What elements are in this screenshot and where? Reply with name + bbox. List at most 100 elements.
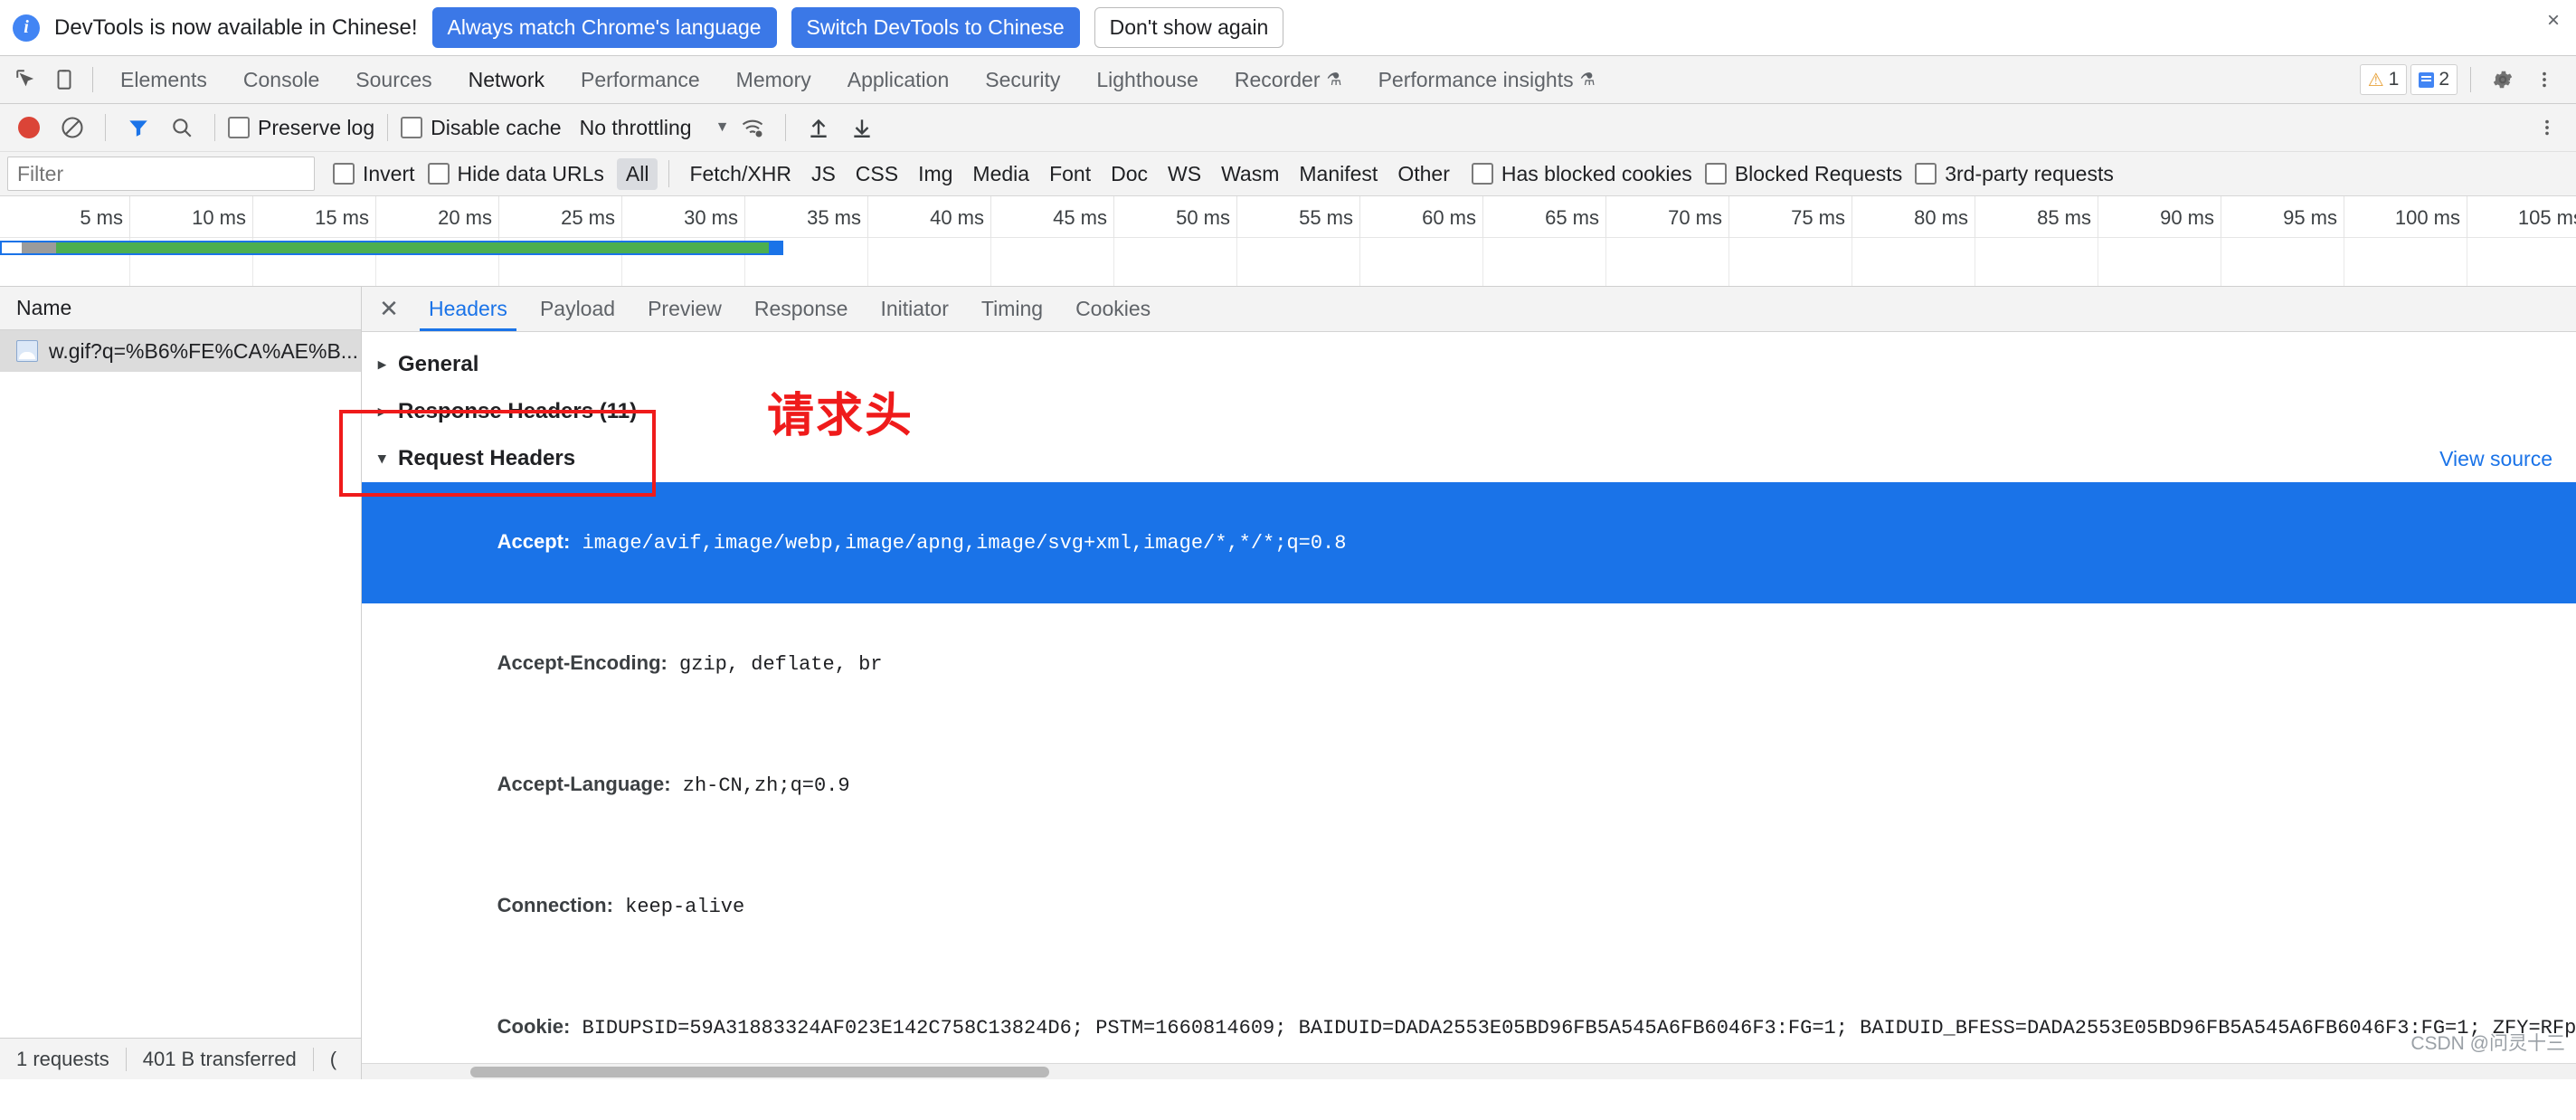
header-value: image/avif,image/webp,image/apng,image/s… bbox=[570, 532, 1347, 555]
header-row-connection[interactable]: Connection: keep-alive bbox=[362, 846, 2576, 967]
section-general[interactable]: ▸ General bbox=[362, 341, 2576, 388]
inspect-cursor-icon[interactable] bbox=[7, 61, 45, 99]
blocked-requests-checkbox[interactable]: Blocked Requests bbox=[1704, 161, 1903, 186]
tab-performance-insights[interactable]: Performance insights ⚗ bbox=[1360, 56, 1614, 103]
header-row-accept-language[interactable]: Accept-Language: zh-CN,zh;q=0.9 bbox=[362, 725, 2576, 846]
switch-devtools-to-chinese-button[interactable]: Switch DevTools to Chinese bbox=[791, 7, 1080, 48]
record-button[interactable] bbox=[9, 108, 49, 147]
type-filter-ws[interactable]: WS bbox=[1159, 158, 1210, 190]
tab-payload[interactable]: Payload bbox=[524, 287, 631, 331]
blocked-requests-label: Blocked Requests bbox=[1734, 161, 1903, 185]
requests-count: 1 requests bbox=[16, 1047, 109, 1070]
wifi-settings-icon[interactable] bbox=[733, 108, 772, 147]
type-filter-media[interactable]: Media bbox=[963, 158, 1038, 190]
type-filter-doc[interactable]: Doc bbox=[1102, 158, 1157, 190]
tab-memory[interactable]: Memory bbox=[718, 56, 829, 103]
type-filter-css[interactable]: CSS bbox=[847, 158, 907, 190]
kebab-menu-icon[interactable] bbox=[2525, 61, 2563, 99]
export-har-icon[interactable] bbox=[842, 108, 882, 147]
header-row-accept-encoding[interactable]: Accept-Encoding: gzip, deflate, br bbox=[362, 603, 2576, 725]
type-filter-fetch-xhr[interactable]: Fetch/XHR bbox=[680, 158, 800, 190]
column-header-name[interactable]: Name bbox=[0, 287, 361, 330]
tab-elements[interactable]: Elements bbox=[102, 56, 225, 103]
tab-label: Security bbox=[985, 67, 1061, 91]
tab-timing[interactable]: Timing bbox=[965, 287, 1059, 331]
preserve-log-label: Preserve log bbox=[258, 115, 375, 139]
tab-label: Performance bbox=[581, 67, 700, 91]
section-title: Response Headers (11) bbox=[398, 399, 638, 423]
tab-initiator[interactable]: Initiator bbox=[864, 287, 964, 331]
section-response-headers[interactable]: ▸ Response Headers (11) bbox=[362, 388, 2576, 435]
import-har-icon[interactable] bbox=[799, 108, 838, 147]
panel-tabs: Elements Console Sources Network Perform… bbox=[102, 56, 1614, 103]
filter-funnel-icon[interactable] bbox=[118, 108, 158, 147]
kebab-menu-icon[interactable] bbox=[2527, 108, 2567, 147]
info-icon: i bbox=[13, 14, 40, 42]
tab-label: Memory bbox=[735, 67, 811, 91]
disable-cache-checkbox[interactable]: Disable cache bbox=[401, 116, 562, 140]
tab-application[interactable]: Application bbox=[829, 56, 968, 103]
divider bbox=[105, 114, 106, 141]
gear-icon[interactable] bbox=[2484, 61, 2522, 99]
section-request-headers[interactable]: ▾ Request Headers View source bbox=[362, 435, 2576, 482]
network-panel-split: Name w.gif?q=%B6%FE%CA%AE%B... 1 request… bbox=[0, 287, 2576, 1079]
message-icon bbox=[2419, 71, 2435, 88]
tab-headers[interactable]: Headers bbox=[412, 287, 524, 331]
tab-recorder[interactable]: Recorder ⚗ bbox=[1217, 56, 1360, 103]
has-blocked-cookies-checkbox[interactable]: Has blocked cookies bbox=[1471, 161, 1692, 186]
has-blocked-cookies-label: Has blocked cookies bbox=[1501, 161, 1692, 185]
tab-cookies[interactable]: Cookies bbox=[1059, 287, 1167, 331]
search-input[interactable] bbox=[7, 157, 315, 191]
horizontal-scrollbar[interactable] bbox=[362, 1063, 2576, 1079]
type-filter-img[interactable]: Img bbox=[909, 158, 961, 190]
checkbox-box bbox=[1915, 163, 1937, 185]
network-overview-timeline[interactable]: 5 ms 10 ms 15 ms 20 ms 25 ms 30 ms 35 ms 40 ms 4… bbox=[0, 196, 2576, 287]
header-value: BIDUPSID=59A31883324AF023E142C758C13824D… bbox=[570, 1017, 2576, 1039]
tab-security[interactable]: Security bbox=[967, 56, 1078, 103]
invert-checkbox[interactable]: Invert bbox=[333, 162, 415, 186]
tab-performance[interactable]: Performance bbox=[563, 56, 718, 103]
throttling-select[interactable]: No throttling ▼ bbox=[580, 116, 730, 140]
chevron-right-icon: ▸ bbox=[378, 403, 386, 420]
divider bbox=[2470, 67, 2471, 92]
transferred-size: 401 B transferred bbox=[142, 1047, 297, 1070]
preserve-log-checkbox[interactable]: Preserve log bbox=[228, 116, 374, 140]
header-key: Cookie: bbox=[497, 1015, 571, 1038]
close-icon[interactable]: ✕ bbox=[371, 291, 407, 327]
type-filter-all[interactable]: All bbox=[616, 157, 658, 190]
search-icon[interactable] bbox=[162, 108, 202, 147]
tab-network[interactable]: Network bbox=[450, 56, 563, 103]
tab-sources[interactable]: Sources bbox=[337, 56, 450, 103]
table-row[interactable]: w.gif?q=%B6%FE%CA%AE%B... bbox=[0, 330, 361, 372]
warning-count-badge[interactable]: ⚠ 1 bbox=[2359, 64, 2408, 95]
resource-type-filters: All Fetch/XHR JS CSS Img Media Font Doc … bbox=[616, 157, 1459, 190]
checkbox-box bbox=[1471, 163, 1493, 185]
bar-segment-queue bbox=[2, 242, 22, 253]
tab-label: Console bbox=[242, 67, 320, 91]
close-icon[interactable]: × bbox=[2540, 7, 2567, 34]
type-filter-js[interactable]: JS bbox=[802, 158, 845, 190]
divider bbox=[668, 160, 670, 187]
hide-data-urls-checkbox[interactable]: Hide data URLs bbox=[427, 162, 604, 186]
tab-preview[interactable]: Preview bbox=[631, 287, 738, 331]
chevron-down-icon: ▼ bbox=[715, 119, 730, 135]
header-row-accept[interactable]: Accept: image/avif,image/webp,image/apng… bbox=[362, 482, 2576, 603]
always-match-chrome-language-button[interactable]: Always match Chrome's language bbox=[431, 7, 777, 48]
tab-console[interactable]: Console bbox=[225, 56, 337, 103]
warning-triangle-icon: ⚠ bbox=[2367, 70, 2384, 90]
type-filter-other[interactable]: Other bbox=[1388, 158, 1459, 190]
clear-icon[interactable] bbox=[52, 108, 92, 147]
scrollbar-thumb[interactable] bbox=[470, 1067, 1049, 1077]
tab-response[interactable]: Response bbox=[738, 287, 865, 331]
tab-label: Application bbox=[847, 67, 950, 91]
device-toolbar-icon[interactable] bbox=[45, 61, 83, 99]
tab-lighthouse[interactable]: Lighthouse bbox=[1078, 56, 1217, 103]
type-filter-manifest[interactable]: Manifest bbox=[1290, 158, 1387, 190]
message-count-badge[interactable]: 2 bbox=[2410, 64, 2458, 95]
type-filter-wasm[interactable]: Wasm bbox=[1212, 158, 1288, 190]
type-filter-font[interactable]: Font bbox=[1040, 158, 1100, 190]
divider bbox=[214, 114, 215, 141]
dont-show-again-button[interactable]: Don't show again bbox=[1094, 7, 1284, 48]
third-party-requests-checkbox[interactable]: 3rd-party requests bbox=[1915, 162, 2114, 186]
view-source-link[interactable]: View source bbox=[2439, 447, 2552, 471]
